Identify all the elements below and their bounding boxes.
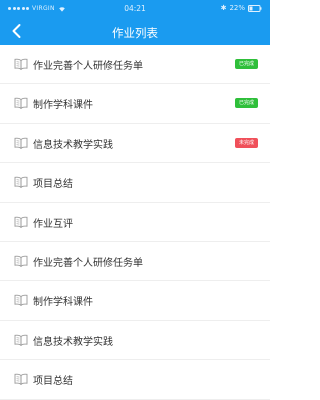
book-icon — [14, 98, 28, 110]
battery-icon — [248, 4, 262, 12]
list-item[interactable]: 信息技术教学实践 未完成 — [0, 124, 270, 164]
status-badge: 已完成 — [235, 59, 258, 69]
book-icon — [14, 216, 28, 228]
list-item-title: 作业互评 — [33, 218, 73, 230]
homework-list: 作业完善个人研修任务单 已完成 制作学科课件 已完成 信息技术教学实践 未完成 项目总结 作业… — [0, 45, 270, 400]
list-item-title: 信息技术教学实践 — [33, 336, 113, 348]
status-right: ✱ 22% — [221, 4, 262, 12]
app-header: VIRGIN 04:21 ✱ 22% 作业列表 — [0, 0, 270, 45]
list-item-title: 项目总结 — [33, 376, 73, 388]
list-item[interactable]: 信息技术教学实践 — [0, 321, 270, 361]
book-icon — [14, 255, 28, 267]
status-bar: VIRGIN 04:21 ✱ 22% — [0, 0, 270, 18]
list-item-title: 制作学科课件 — [33, 100, 93, 112]
list-item[interactable]: 作业完善个人研修任务单 已完成 — [0, 45, 270, 85]
list-item[interactable]: 制作学科课件 — [0, 281, 270, 321]
book-icon — [14, 295, 28, 307]
list-item-title: 制作学科课件 — [33, 297, 93, 309]
book-icon — [14, 176, 28, 189]
book-icon — [14, 137, 28, 149]
navigation-bar: 作业列表 — [0, 18, 270, 45]
book-icon — [14, 58, 28, 70]
status-badge: 未完成 — [235, 137, 258, 148]
list-item[interactable]: 作业完善个人研修任务单 — [0, 242, 270, 282]
list-item[interactable]: 制作学科课件 已完成 — [0, 84, 270, 124]
list-item[interactable]: 项目总结 — [0, 360, 270, 400]
list-item-title: 项目总结 — [33, 179, 73, 191]
list-item-title: 作业完善个人研修任务单 — [33, 257, 143, 269]
page-title: 作业列表 — [112, 26, 158, 40]
list-item-title: 信息技术教学实践 — [33, 139, 113, 151]
battery-percent: 22% — [229, 4, 245, 12]
list-item[interactable]: 作业互评 — [0, 203, 270, 242]
bluetooth-icon: ✱ — [220, 4, 227, 12]
list-item-title: 作业完善个人研修任务单 — [33, 61, 143, 72]
book-icon — [14, 373, 28, 386]
book-icon — [14, 334, 28, 346]
list-item[interactable]: 项目总结 — [0, 163, 270, 203]
status-badge: 已完成 — [235, 98, 258, 109]
